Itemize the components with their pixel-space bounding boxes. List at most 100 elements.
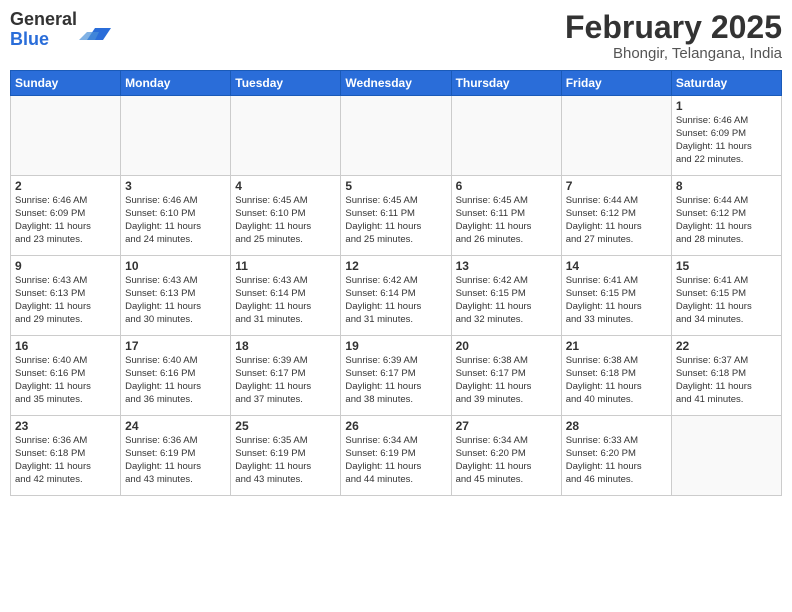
- calendar-cell: 8 Sunrise: 6:44 AMSunset: 6:12 PMDaylight…: [671, 176, 781, 256]
- title-block: February 2025 Bhongir, Telangana, India: [565, 10, 782, 62]
- calendar-cell: 19 Sunrise: 6:39 AMSunset: 6:17 PMDayligh…: [341, 336, 451, 416]
- calendar-cell: [341, 96, 451, 176]
- col-sunday: Sunday: [11, 71, 121, 96]
- day-info: Sunrise: 6:43 AMSunset: 6:13 PMDaylight:…: [15, 275, 116, 326]
- day-info: Sunrise: 6:45 AMSunset: 6:10 PMDaylight:…: [235, 195, 336, 246]
- day-number: 15: [676, 259, 777, 273]
- day-number: 18: [235, 339, 336, 353]
- day-info: Sunrise: 6:36 AMSunset: 6:19 PMDaylight:…: [125, 435, 226, 486]
- calendar-cell: 18Sunrise: 6:39 AMSunset: 6:17 PMDayligh…: [231, 336, 341, 416]
- calendar-cell: 24 Sunrise: 6:36 AMSunset: 6:19 PMDayligh…: [121, 416, 231, 496]
- calendar-cell: 14Sunrise: 6:41 AMSunset: 6:15 PMDayligh…: [561, 256, 671, 336]
- day-number: 9: [15, 259, 116, 273]
- calendar-cell: [11, 96, 121, 176]
- day-info: Sunrise: 6:39 AMSunset: 6:17 PMDaylight:…: [345, 355, 446, 406]
- day-number: 17: [125, 339, 226, 353]
- day-number: 24: [125, 419, 226, 433]
- week-row-2: 9 Sunrise: 6:43 AMSunset: 6:13 PMDaylight…: [11, 256, 782, 336]
- day-number: 16: [15, 339, 116, 353]
- day-info: Sunrise: 6:42 AMSunset: 6:15 PMDaylight:…: [456, 275, 557, 326]
- week-row-3: 16 Sunrise: 6:40 AMSunset: 6:16 PMDayligh…: [11, 336, 782, 416]
- calendar-cell: 20Sunrise: 6:38 AMSunset: 6:17 PMDayligh…: [451, 336, 561, 416]
- calendar-cell: 16 Sunrise: 6:40 AMSunset: 6:16 PMDayligh…: [11, 336, 121, 416]
- calendar-cell: 28 Sunrise: 6:33 AMSunset: 6:20 PMDayligh…: [561, 416, 671, 496]
- day-number: 12: [345, 259, 446, 273]
- day-number: 7: [566, 179, 667, 193]
- day-info: Sunrise: 6:38 AMSunset: 6:18 PMDaylight:…: [566, 355, 667, 406]
- calendar-cell: 22Sunrise: 6:37 AMSunset: 6:18 PMDayligh…: [671, 336, 781, 416]
- header-row: Sunday Monday Tuesday Wednesday Thursday…: [11, 71, 782, 96]
- calendar-cell: 27 Sunrise: 6:34 AMSunset: 6:20 PMDayligh…: [451, 416, 561, 496]
- calendar-cell: 10 Sunrise: 6:43 AMSunset: 6:13 PMDayligh…: [121, 256, 231, 336]
- col-saturday: Saturday: [671, 71, 781, 96]
- day-info: Sunrise: 6:42 AMSunset: 6:14 PMDaylight:…: [345, 275, 446, 326]
- calendar-cell: 7 Sunrise: 6:44 AMSunset: 6:12 PMDaylight…: [561, 176, 671, 256]
- calendar-cell: 15Sunrise: 6:41 AMSunset: 6:15 PMDayligh…: [671, 256, 781, 336]
- calendar-cell: 12 Sunrise: 6:42 AMSunset: 6:14 PMDayligh…: [341, 256, 451, 336]
- calendar-cell: 3 Sunrise: 6:46 AMSunset: 6:10 PMDaylight…: [121, 176, 231, 256]
- day-number: 2: [15, 179, 116, 193]
- day-number: 28: [566, 419, 667, 433]
- day-info: Sunrise: 6:33 AMSunset: 6:20 PMDaylight:…: [566, 435, 667, 486]
- day-info: Sunrise: 6:46 AMSunset: 6:10 PMDaylight:…: [125, 195, 226, 246]
- day-number: 5: [345, 179, 446, 193]
- col-monday: Monday: [121, 71, 231, 96]
- day-info: Sunrise: 6:46 AMSunset: 6:09 PMDaylight:…: [15, 195, 116, 246]
- logo-text: General Blue: [10, 10, 77, 50]
- logo-blue: Blue: [10, 30, 77, 50]
- calendar-cell: [231, 96, 341, 176]
- day-info: Sunrise: 6:35 AMSunset: 6:19 PMDaylight:…: [235, 435, 336, 486]
- calendar-cell: 26 Sunrise: 6:34 AMSunset: 6:19 PMDayligh…: [341, 416, 451, 496]
- calendar-cell: 17Sunrise: 6:40 AMSunset: 6:16 PMDayligh…: [121, 336, 231, 416]
- calendar-cell: 25 Sunrise: 6:35 AMSunset: 6:19 PMDayligh…: [231, 416, 341, 496]
- calendar-cell: 13 Sunrise: 6:42 AMSunset: 6:15 PMDayligh…: [451, 256, 561, 336]
- calendar-cell: [671, 416, 781, 496]
- day-info: Sunrise: 6:43 AMSunset: 6:14 PMDaylight:…: [235, 275, 336, 326]
- day-number: 19: [345, 339, 446, 353]
- calendar-cell: 1 Sunrise: 6:46 AMSunset: 6:09 PMDaylight…: [671, 96, 781, 176]
- calendar-cell: 9 Sunrise: 6:43 AMSunset: 6:13 PMDaylight…: [11, 256, 121, 336]
- week-row-0: 1 Sunrise: 6:46 AMSunset: 6:09 PMDaylight…: [11, 96, 782, 176]
- calendar-cell: 5 Sunrise: 6:45 AMSunset: 6:11 PMDaylight…: [341, 176, 451, 256]
- day-number: 11: [235, 259, 336, 273]
- day-info: Sunrise: 6:40 AMSunset: 6:16 PMDaylight:…: [15, 355, 116, 406]
- day-number: 25: [235, 419, 336, 433]
- day-info: Sunrise: 6:44 AMSunset: 6:12 PMDaylight:…: [676, 195, 777, 246]
- day-number: 23: [15, 419, 116, 433]
- col-thursday: Thursday: [451, 71, 561, 96]
- col-friday: Friday: [561, 71, 671, 96]
- month-year: February 2025: [565, 10, 782, 45]
- day-number: 1: [676, 99, 777, 113]
- day-info: Sunrise: 6:44 AMSunset: 6:12 PMDaylight:…: [566, 195, 667, 246]
- day-number: 21: [566, 339, 667, 353]
- day-number: 27: [456, 419, 557, 433]
- calendar-cell: 2 Sunrise: 6:46 AMSunset: 6:09 PMDaylight…: [11, 176, 121, 256]
- day-number: 8: [676, 179, 777, 193]
- day-info: Sunrise: 6:45 AMSunset: 6:11 PMDaylight:…: [345, 195, 446, 246]
- day-number: 13: [456, 259, 557, 273]
- day-number: 4: [235, 179, 336, 193]
- day-number: 14: [566, 259, 667, 273]
- logo-general: General: [10, 10, 77, 30]
- day-number: 20: [456, 339, 557, 353]
- logo: General Blue: [10, 10, 111, 50]
- day-info: Sunrise: 6:34 AMSunset: 6:19 PMDaylight:…: [345, 435, 446, 486]
- calendar-table: Sunday Monday Tuesday Wednesday Thursday…: [10, 70, 782, 496]
- calendar-cell: 6Sunrise: 6:45 AMSunset: 6:11 PMDaylight…: [451, 176, 561, 256]
- page: General Blue February 2025 Bhongir, Tela…: [0, 0, 792, 612]
- day-number: 3: [125, 179, 226, 193]
- day-info: Sunrise: 6:34 AMSunset: 6:20 PMDaylight:…: [456, 435, 557, 486]
- calendar-cell: [451, 96, 561, 176]
- calendar-header: Sunday Monday Tuesday Wednesday Thursday…: [11, 71, 782, 96]
- day-info: Sunrise: 6:36 AMSunset: 6:18 PMDaylight:…: [15, 435, 116, 486]
- day-number: 26: [345, 419, 446, 433]
- day-number: 10: [125, 259, 226, 273]
- day-number: 22: [676, 339, 777, 353]
- logo-icon: [79, 14, 111, 46]
- col-tuesday: Tuesday: [231, 71, 341, 96]
- day-info: Sunrise: 6:46 AMSunset: 6:09 PMDaylight:…: [676, 115, 777, 166]
- day-number: 6: [456, 179, 557, 193]
- day-info: Sunrise: 6:43 AMSunset: 6:13 PMDaylight:…: [125, 275, 226, 326]
- calendar-cell: 11 Sunrise: 6:43 AMSunset: 6:14 PMDayligh…: [231, 256, 341, 336]
- calendar-cell: 21 Sunrise: 6:38 AMSunset: 6:18 PMDayligh…: [561, 336, 671, 416]
